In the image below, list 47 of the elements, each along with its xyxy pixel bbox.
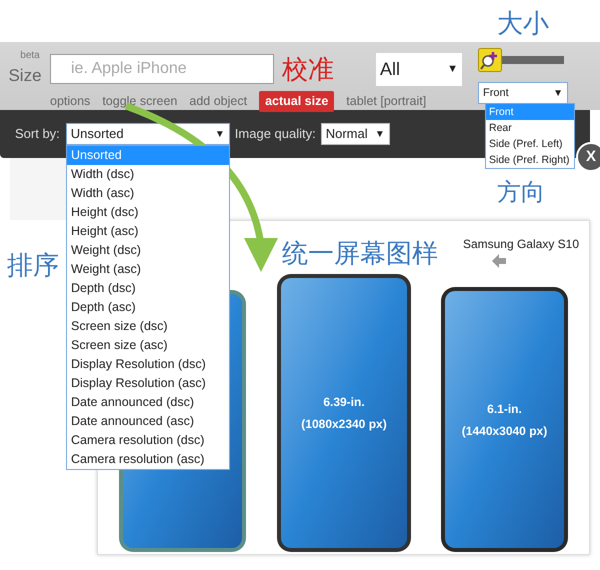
beta-label: beta [19,49,40,63]
device-name: Samsung Galaxy S10 [462,236,579,253]
header-link[interactable]: options [50,92,90,111]
sort-option[interactable]: Weight (asc) [67,260,229,279]
sort-option[interactable]: Camera resolution (asc) [67,450,229,469]
sort-select[interactable]: Unsorted ▼ [66,123,230,145]
sort-option[interactable]: Screen size (dsc) [67,317,229,336]
header-link[interactable]: add object [189,92,248,111]
search-field[interactable]: ie. Apple iPhone [50,54,274,84]
sort-label: Sort by: [15,125,60,144]
view-option[interactable]: Side (Pref. Left) [486,136,574,152]
view-select[interactable]: Front ▼ [478,82,568,104]
sort-option[interactable]: Display Resolution (asc) [67,374,229,393]
sort-option[interactable]: Camera resolution (dsc) [67,431,229,450]
sort-option[interactable]: Depth (dsc) [67,279,229,298]
unified-annotation: 统一屏幕图样 [282,237,438,270]
size-label: Size [8,65,42,87]
screen-size-label: 6.39-in. [323,394,365,411]
quality-label: Image quality: [234,125,316,144]
sort-option[interactable]: Height (asc) [67,222,229,241]
left-arrow-icon [492,254,506,268]
size-annotation: 大小 [497,7,549,40]
close-button[interactable]: X [576,142,600,172]
header-link[interactable]: toggle screen [102,92,178,111]
sort-annotation: 排序 [7,249,59,282]
sort-option[interactable]: Date announced (asc) [67,412,229,431]
zoom-in-icon[interactable] [478,48,502,72]
category-select[interactable]: All ▼ [376,53,462,86]
screen-size-label: 6.1-in. [487,400,522,418]
sort-option[interactable]: Date announced (dsc) [67,393,229,412]
sort-option[interactable]: Display Resolution (dsc) [67,355,229,374]
sort-option[interactable]: Height (dsc) [67,203,229,222]
view-option[interactable]: Rear [486,120,574,136]
resolution-label: (1080x2340 px) [301,416,387,433]
view-option[interactable]: Side (Pref. Right) [486,152,574,168]
resolution-label: (1440x3040 px) [462,422,548,440]
sort-option[interactable]: Screen size (asc) [67,336,229,355]
sort-option[interactable]: Width (dsc) [67,165,229,184]
quality-select[interactable]: Normal ▼ [320,123,390,145]
header-link[interactable]: tablet [portrait] [346,92,426,111]
zoom-slider[interactable] [478,48,564,72]
header-link[interactable]: actual size [259,91,334,112]
direction-annotation: 方向 [497,178,545,208]
sort-option[interactable]: Width (asc) [67,184,229,203]
sort-option[interactable]: Depth (asc) [67,298,229,317]
sort-option[interactable]: Weight (dsc) [67,241,229,260]
calibrate-annotation: 校准 [282,53,335,86]
